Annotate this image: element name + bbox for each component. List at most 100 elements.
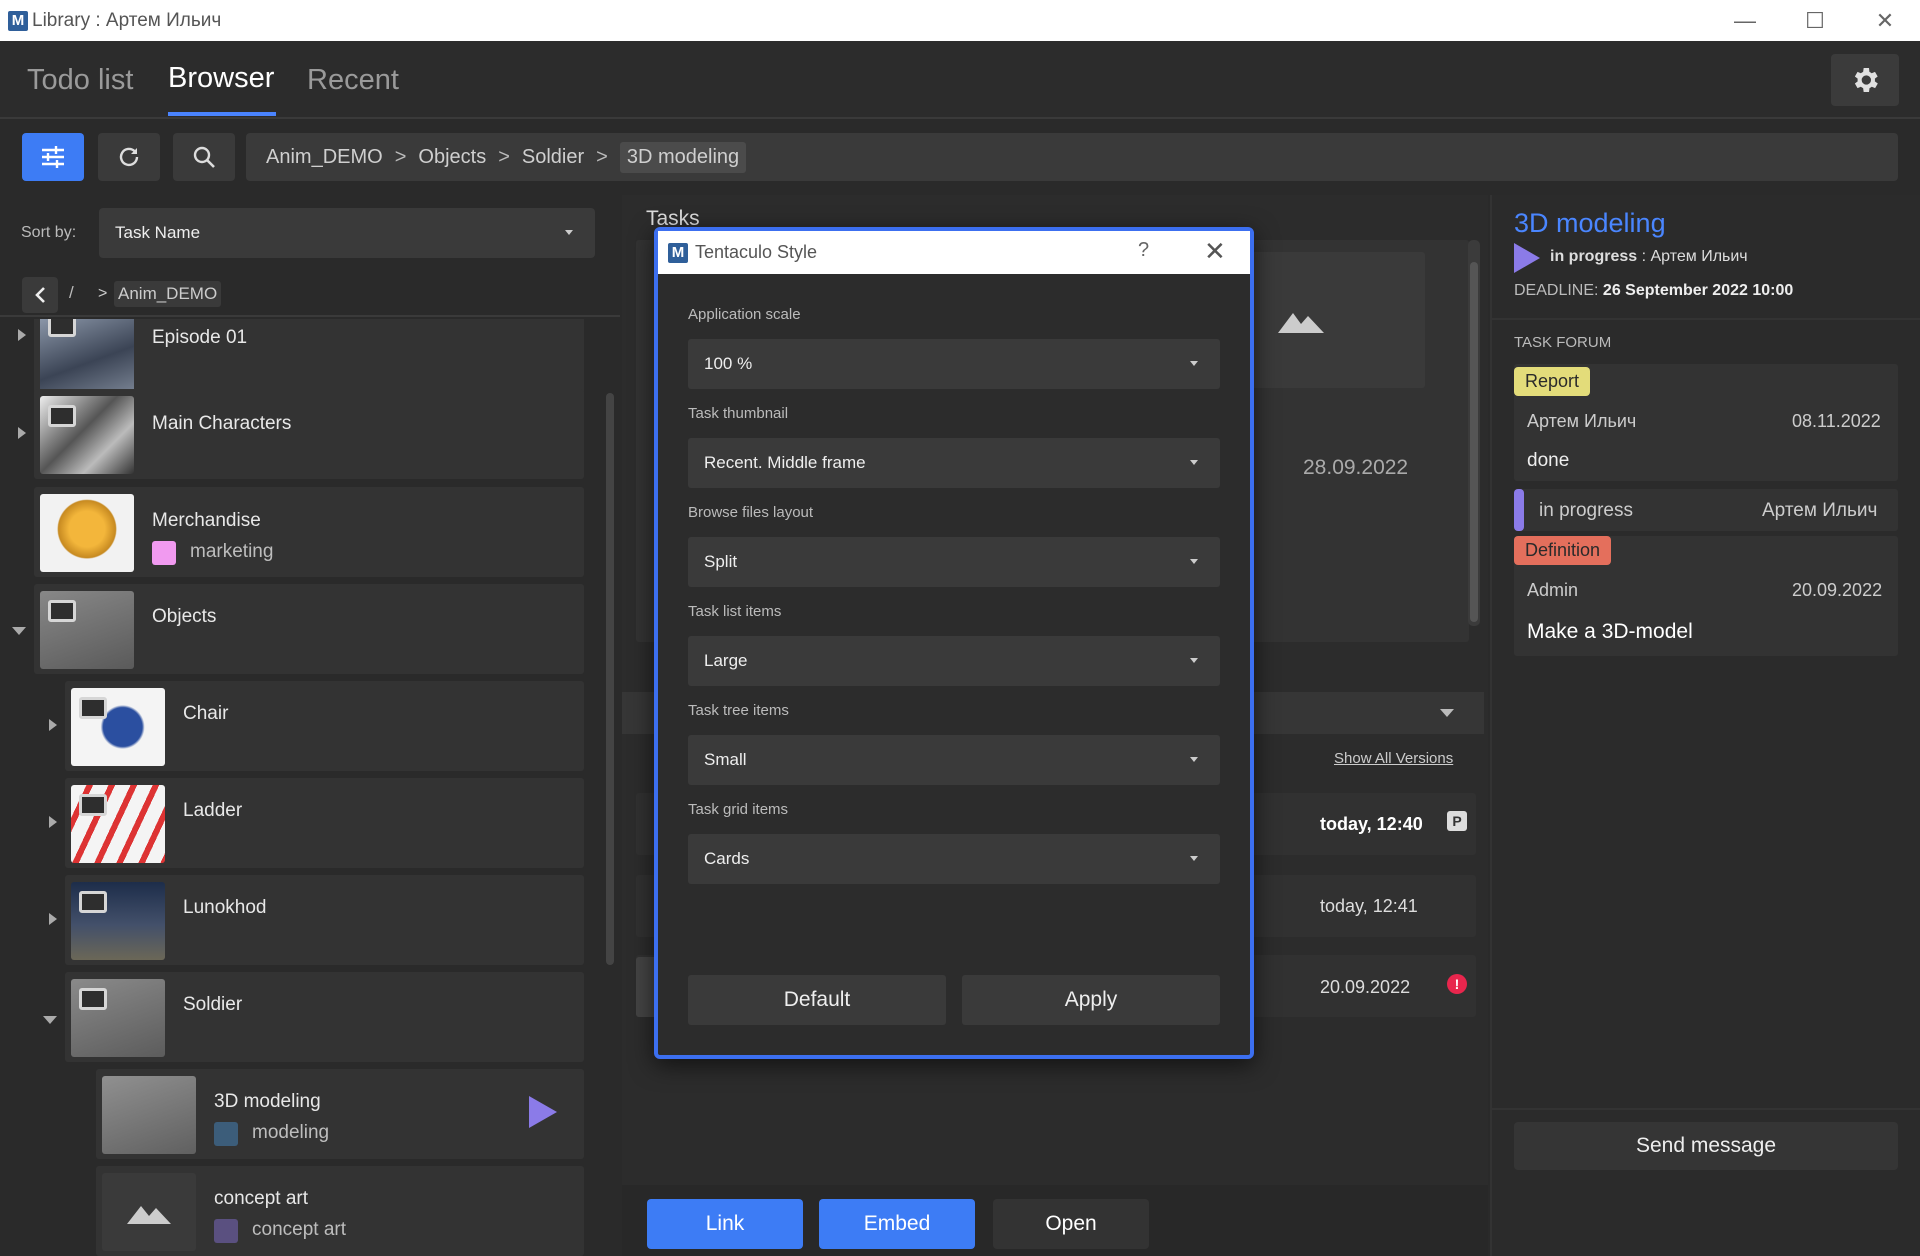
tree-item-label: Merchandise — [152, 510, 261, 531]
sort-select[interactable]: Task Name — [99, 208, 595, 258]
path-item-soldier[interactable]: Soldier — [522, 146, 584, 169]
error-icon: ! — [1447, 974, 1467, 994]
post-author: Артем Ильич — [1527, 411, 1637, 431]
collapse-arrow[interactable] — [12, 627, 26, 635]
tag-color-swatch — [214, 1219, 238, 1243]
open-button[interactable]: Open — [993, 1199, 1149, 1249]
play-icon[interactable] — [529, 1096, 557, 1128]
expand-arrow[interactable] — [49, 719, 57, 731]
tree-item-label: Lunokhod — [183, 897, 267, 918]
minimize-icon: — — [1734, 7, 1756, 33]
gear-icon — [1854, 68, 1878, 92]
task-title: 3D modeling — [1514, 208, 1666, 238]
tab-recent[interactable]: Recent — [307, 64, 399, 97]
image-placeholder-icon — [1278, 313, 1324, 333]
tree-item-label: Ladder — [183, 800, 243, 821]
path-breadcrumb: Anim_DEMO > Objects > Soldier > 3D model… — [246, 133, 1898, 181]
chevron-down-icon — [1440, 709, 1454, 717]
image-placeholder-icon — [127, 1206, 171, 1224]
folder-icon — [79, 988, 107, 1010]
apply-button[interactable]: Apply — [962, 975, 1220, 1025]
application-scale-select[interactable]: 100 % — [688, 339, 1220, 389]
select-value: Split — [704, 552, 738, 571]
thumbnail — [40, 494, 134, 572]
refresh-button[interactable] — [98, 133, 160, 181]
path-separator: > — [394, 145, 407, 168]
task-date: 28.09.2022 — [1303, 456, 1409, 479]
status-color-bar — [1514, 489, 1524, 531]
close-icon[interactable]: ✕ — [1204, 236, 1226, 267]
folder-icon — [79, 891, 107, 913]
assignee: : Артем Ильич — [1641, 248, 1748, 265]
browse-files-layout-select[interactable]: Split — [688, 537, 1220, 587]
task-details-panel — [1490, 195, 1920, 1256]
embed-button[interactable]: Embed — [819, 1199, 975, 1249]
maximize-button[interactable]: ☐ — [1780, 0, 1850, 41]
tree-item-label: Objects — [152, 606, 217, 627]
chevron-left-icon — [35, 287, 45, 303]
close-window-button[interactable]: ✕ — [1850, 0, 1920, 41]
path-item-anim-demo[interactable]: Anim_DEMO — [266, 146, 383, 169]
tag-label: marketing — [190, 541, 274, 562]
expand-arrow[interactable] — [18, 427, 26, 439]
filter-button[interactable] — [22, 133, 84, 181]
send-message-button[interactable]: Send message — [1514, 1122, 1898, 1170]
expand-arrow[interactable] — [18, 329, 26, 341]
status-change-author: Артем Ильич — [1762, 500, 1878, 521]
version-date: 20.09.2022 — [1320, 977, 1411, 997]
deadline-value: 26 September 2022 10:00 — [1602, 282, 1794, 299]
link-button[interactable]: Link — [647, 1199, 803, 1249]
path-item-objects[interactable]: Objects — [418, 146, 486, 169]
folder-icon — [48, 600, 76, 622]
post-text: done — [1527, 450, 1570, 471]
field-label: Task thumbnail — [688, 405, 789, 422]
expand-arrow[interactable] — [49, 913, 57, 925]
breadcrumb-anim-demo[interactable]: Anim_DEMO — [114, 281, 222, 307]
default-button[interactable]: Default — [688, 975, 946, 1025]
task-tree-items-select[interactable]: Small — [688, 735, 1220, 785]
app-logo: M — [8, 10, 28, 31]
publish-badge: P — [1447, 811, 1467, 831]
tab-browser[interactable]: Browser — [168, 62, 274, 95]
minimize-button[interactable]: — — [1710, 0, 1780, 41]
breadcrumb-root[interactable]: / — [69, 283, 74, 303]
path-separator: > — [498, 145, 510, 168]
select-value: Recent. Middle frame — [704, 453, 866, 472]
tree-item-label: Soldier — [183, 994, 243, 1015]
close-icon: ✕ — [1875, 7, 1895, 33]
maximize-icon: ☐ — [1805, 7, 1825, 33]
sort-label: Sort by: — [21, 224, 77, 241]
task-thumbnail-select[interactable]: Recent. Middle frame — [688, 438, 1220, 488]
select-value: Large — [704, 651, 748, 670]
main-nav — [0, 41, 1920, 119]
chevron-down-icon — [1190, 856, 1198, 861]
collapse-arrow[interactable] — [43, 1016, 57, 1024]
tree-item-label: concept art — [214, 1188, 308, 1209]
tag-color-swatch — [152, 541, 176, 565]
task-list-items-select[interactable]: Large — [688, 636, 1220, 686]
search-button[interactable] — [173, 133, 235, 181]
play-icon — [1514, 243, 1540, 273]
path-item-3d-modeling[interactable]: 3D modeling — [619, 141, 747, 173]
select-value: Small — [704, 750, 747, 769]
help-button[interactable]: ? — [1138, 239, 1149, 262]
tree-list: Episode 01 Main Characters Merchandise m… — [0, 319, 606, 1256]
expand-arrow[interactable] — [49, 816, 57, 828]
field-label: Task list items — [688, 603, 782, 620]
settings-button[interactable] — [1831, 54, 1899, 106]
folder-icon — [48, 405, 76, 427]
active-tab-indicator — [168, 112, 276, 116]
task-grid-items-select[interactable]: Cards — [688, 834, 1220, 884]
tag-label: concept art — [252, 1219, 346, 1240]
window-titlebar: M Library : Артем Ильич — ☐ ✕ — [0, 0, 1920, 41]
back-button[interactable] — [22, 277, 58, 313]
dialog-title: Tentaculo Style — [695, 242, 818, 262]
folder-icon — [79, 697, 107, 719]
tab-todo-list[interactable]: Todo list — [27, 64, 133, 97]
post-text: Make a 3D-model — [1527, 620, 1693, 643]
tasks-scrollbar-thumb[interactable] — [1470, 262, 1478, 622]
tree-scrollbar[interactable] — [606, 393, 614, 965]
tree-item-label: Episode 01 — [152, 327, 248, 348]
show-all-versions-link[interactable]: Show All Versions — [1334, 750, 1453, 767]
post-author: Admin — [1527, 580, 1579, 600]
